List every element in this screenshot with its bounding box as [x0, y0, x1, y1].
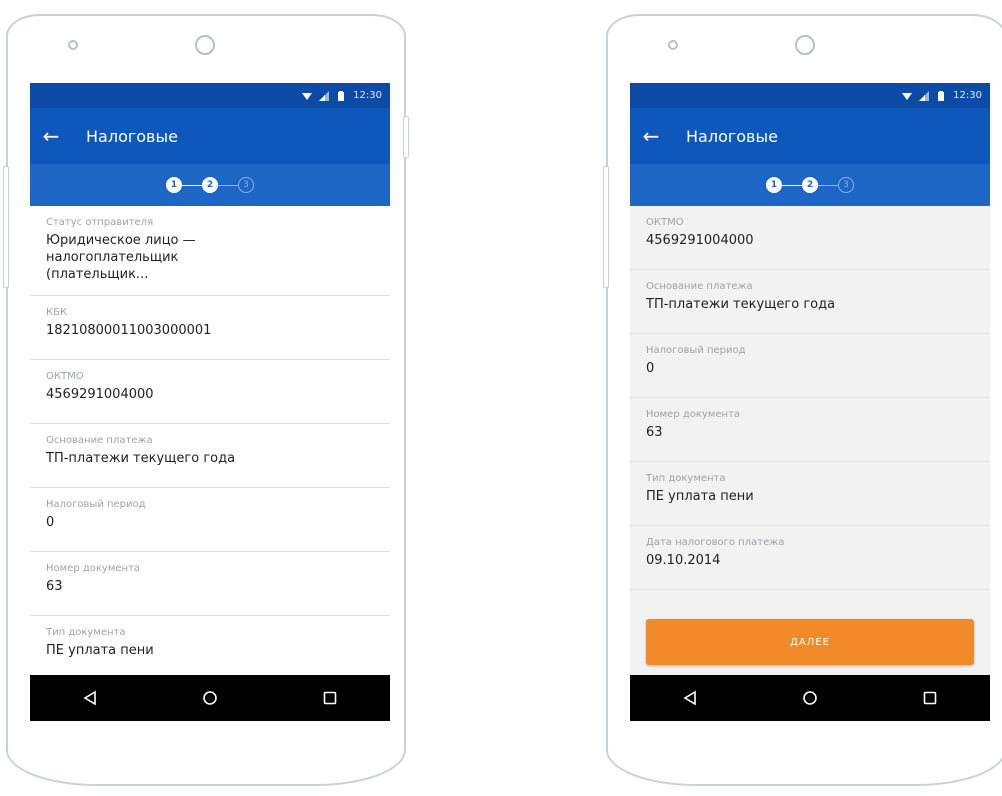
- field-label: Тип документа: [646, 473, 726, 484]
- field-label: Номер документа: [46, 563, 141, 574]
- field-value: Юридическое лицо — налогоплательщик (пла…: [46, 233, 196, 282]
- power-button: [403, 116, 409, 158]
- field-label: Налоговый период: [646, 345, 746, 356]
- battery-icon: [338, 90, 345, 101]
- wifi-icon: [902, 92, 913, 100]
- field-label: Тип документа: [46, 627, 126, 638]
- nav-back-icon[interactable]: [679, 687, 701, 709]
- field-tax-period[interactable]: Налоговый период 0: [630, 334, 990, 398]
- page-title: Налоговые: [86, 126, 178, 146]
- system-nav-bar: [30, 675, 390, 721]
- nav-home-icon[interactable]: [199, 687, 221, 709]
- step-3: 3: [838, 177, 854, 193]
- signal-icon: [319, 90, 330, 101]
- screen: 12:30 ← Налоговые 1 2 3 Статус отправите…: [30, 83, 390, 721]
- arrow-left-icon[interactable]: ←: [630, 126, 672, 146]
- status-time: 12:30: [953, 90, 982, 101]
- status-bar: 12:30: [30, 83, 390, 108]
- step-connector: [782, 184, 802, 186]
- field-value: 18210800011003000001: [46, 323, 212, 338]
- field-document-number[interactable]: Номер документа 63: [30, 552, 390, 616]
- speaker: [68, 40, 78, 50]
- field-label: Номер документа: [646, 409, 741, 420]
- nav-recents-icon[interactable]: [919, 687, 941, 709]
- field-document-type[interactable]: Тип документа ПЕ уплата пени: [30, 616, 390, 680]
- field-value: ПЕ уплата пени: [646, 489, 754, 504]
- field-label: КБК: [46, 307, 68, 318]
- field-label: Налоговый период: [46, 499, 146, 510]
- field-tax-payment-date[interactable]: Дата налогового платежа 09.10.2014: [630, 526, 990, 590]
- volume-button: [3, 166, 9, 288]
- step-connector: [182, 184, 202, 186]
- field-label: Статус отправителя: [46, 217, 154, 228]
- field-label: Основание платежа: [646, 281, 753, 292]
- field-value: ТП-платежи текущего года: [46, 451, 236, 466]
- step-2: 2: [202, 177, 218, 193]
- field-value: 4569291004000: [646, 233, 754, 248]
- field-label: ОКТМО: [646, 217, 684, 228]
- step-1: 1: [766, 177, 782, 193]
- status-bar: 12:30: [630, 83, 990, 108]
- field-value: 09.10.2014: [646, 553, 721, 568]
- field-value: 63: [46, 579, 63, 594]
- signal-icon: [919, 90, 930, 101]
- field-payment-basis[interactable]: Основание платежа ТП-платежи текущего го…: [630, 270, 990, 334]
- phone-frame-right: 12:30 ← Налоговые 1 2 3 ОКТМО 4569291004…: [603, 14, 1002, 786]
- field-value: 63: [646, 425, 663, 440]
- step-2: 2: [802, 177, 818, 193]
- arrow-left-icon[interactable]: ←: [30, 126, 72, 146]
- front-camera: [795, 35, 815, 55]
- field-sender-status[interactable]: Статус отправителя Юридическое лицо — на…: [30, 206, 390, 296]
- nav-home-icon[interactable]: [799, 687, 821, 709]
- field-oktmo[interactable]: ОКТМО 4569291004000: [630, 206, 990, 270]
- page-title: Налоговые: [686, 126, 778, 146]
- app-bar: ← Налоговые: [30, 108, 390, 164]
- action-area: ДАЛЕЕ: [630, 601, 990, 675]
- step-connector: [218, 184, 238, 186]
- next-button[interactable]: ДАЛЕЕ: [646, 619, 974, 665]
- status-time: 12:30: [353, 90, 382, 101]
- field-value: 4569291004000: [46, 387, 154, 402]
- volume-button: [603, 166, 609, 288]
- wifi-icon: [302, 92, 313, 100]
- phone-frame-left: 12:30 ← Налоговые 1 2 3 Статус отправите…: [3, 14, 409, 786]
- field-label: ОКТМО: [46, 371, 84, 382]
- step-1: 1: [166, 177, 182, 193]
- field-oktmo[interactable]: ОКТМО 4569291004000: [30, 360, 390, 424]
- front-camera: [195, 35, 215, 55]
- nav-back-icon[interactable]: [79, 687, 101, 709]
- field-value: 0: [646, 361, 655, 376]
- stepper: 1 2 3: [630, 164, 990, 206]
- stepper: 1 2 3: [30, 164, 390, 206]
- app-bar: ← Налоговые: [630, 108, 990, 164]
- field-value: ТП-платежи текущего года: [646, 297, 836, 312]
- screen: 12:30 ← Налоговые 1 2 3 ОКТМО 4569291004…: [630, 83, 990, 721]
- field-label: Основание платежа: [46, 435, 153, 446]
- speaker: [668, 40, 678, 50]
- step-3: 3: [238, 177, 254, 193]
- field-document-type[interactable]: Тип документа ПЕ уплата пени: [630, 462, 990, 526]
- battery-icon: [938, 90, 945, 101]
- field-kbk[interactable]: КБК 18210800011003000001: [30, 296, 390, 360]
- field-tax-period[interactable]: Налоговый период 0: [30, 488, 390, 552]
- system-nav-bar: [630, 675, 990, 721]
- form-list: Статус отправителя Юридическое лицо — на…: [30, 206, 390, 680]
- field-payment-basis[interactable]: Основание платежа ТП-платежи текущего го…: [30, 424, 390, 488]
- field-document-number[interactable]: Номер документа 63: [630, 398, 990, 462]
- field-value: ПЕ уплата пени: [46, 643, 154, 658]
- nav-recents-icon[interactable]: [319, 687, 341, 709]
- field-label: Дата налогового платежа: [646, 537, 785, 548]
- field-value: 0: [46, 515, 55, 530]
- step-connector: [818, 184, 838, 186]
